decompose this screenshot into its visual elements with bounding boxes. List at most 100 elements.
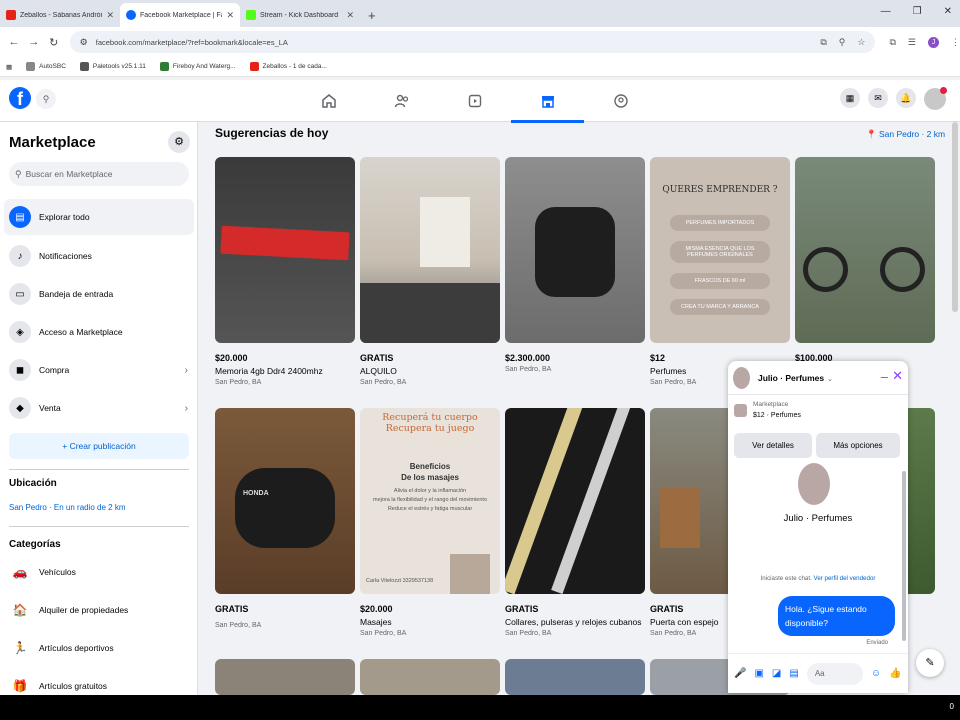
close-icon[interactable]: ✕ [346,10,354,21]
listing-photo [360,157,500,343]
notifications-bell-icon[interactable]: 🔔 [896,88,916,108]
url-field[interactable]: ⚙ facebook.com/marketplace/?ref=bookmark… [69,31,876,53]
sidebar-item-selling[interactable]: ◆ Venta › [4,390,194,426]
page-scrollbar[interactable] [952,122,958,312]
listing-card[interactable]: $2.300.000 San Pedro, BA [505,157,645,373]
listing-price: GRATIS [505,604,539,614]
zoom-icon[interactable]: ⚲ [839,37,846,48]
restore-icon[interactable]: ❐ [913,6,922,17]
reading-list-icon[interactable]: ☰ [908,37,916,48]
view-details-button[interactable]: Ver detalles [734,433,812,458]
nav-home[interactable] [292,80,365,122]
back-icon[interactable]: ← [4,36,24,48]
listing-card[interactable]: GRATIS ALQUILO San Pedro, BA [360,157,500,386]
listing-card[interactable]: HONDA GRATIS San Pedro, BA [215,408,355,629]
location-link[interactable]: San Pedro · En un radio de 2 km [9,503,126,512]
sidebar-item-inbox[interactable]: ▭ Bandeja de entrada [4,276,194,312]
minimize-chat-icon[interactable]: – [881,369,888,384]
messenger-icon[interactable]: ✉ [868,88,888,108]
new-message-icon[interactable]: ✎ [916,649,944,677]
listing-location: San Pedro, BA [215,622,262,629]
microphone-icon[interactable]: 🎤 [734,668,746,679]
gear-icon[interactable]: ⚙ [168,131,190,153]
reload-icon[interactable]: ↻ [44,36,64,49]
category-label: Alquiler de propiedades [39,605,129,615]
listing-thumbnail [734,404,747,417]
storefront-icon: ▤ [9,206,31,228]
bookmark-star-icon[interactable]: ☆ [857,37,865,48]
sidebar-item-buying[interactable]: ◼ Compra › [4,352,194,388]
chat-scrollbar[interactable] [902,471,906,641]
listing-card[interactable] [505,659,645,695]
listing-card[interactable]: $100.000 [795,157,935,363]
listing-location: San Pedro, BA [215,379,262,386]
gif-icon[interactable]: ▤ [789,668,798,679]
tab-title: Facebook Marketplace | Facebook [140,11,222,19]
listing-card[interactable]: $20.000 Memoria 4gb Ddr4 2400mhz San Ped… [215,157,355,386]
listing-card[interactable]: GRATIS Collares, pulseras y relojes cuba… [505,408,645,637]
new-tab-button[interactable]: + [360,8,384,27]
more-options-button[interactable]: Más opciones [816,433,900,458]
message-input[interactable]: Aa [806,662,863,685]
close-chat-icon[interactable]: ✕ [892,368,903,384]
close-icon[interactable]: ✕ [226,10,234,21]
sidebar-item-access[interactable]: ◈ Acceso a Marketplace [4,314,194,350]
menu-grid-icon[interactable]: ▦ [840,88,860,108]
location-filter[interactable]: 📍 San Pedro · 2 km [866,129,945,140]
nav-video[interactable] [438,80,511,122]
listing-location: San Pedro, BA [360,630,407,637]
install-icon[interactable]: ⧉ [820,37,826,48]
listing-card[interactable]: QUERES EMPRENDER ? PERFUMES IMPORTADOS M… [650,157,790,386]
bookmark-item[interactable]: Fireboy And Waterg... [159,62,236,71]
sidebar-item-label: Compra [39,365,70,375]
nav-groups[interactable] [584,80,657,122]
sidebar-item-notifications[interactable]: ♪ Notificaciones [4,238,194,274]
message-bubble: Hola. ¿Sigue estando disponible? [778,596,895,636]
youtube-icon [6,10,16,20]
chevron-down-icon[interactable]: ⌄ [827,376,833,383]
chat-header[interactable]: Julio · Perfumes ⌄ – ✕ [728,361,908,395]
sticker-icon[interactable]: ◪ [772,668,781,679]
nav-marketplace[interactable] [511,80,584,123]
listing-card[interactable]: Recuperá tu cuerpo Recupera tu juego Ben… [360,408,500,637]
close-window-icon[interactable]: ✕ [944,6,952,17]
bookmark-item[interactable]: Zeballos - 1 de cada... [249,62,327,71]
marketplace-search-input[interactable]: ⚲ Buscar en Marketplace [9,162,189,186]
listing-card[interactable] [360,659,500,695]
forward-icon[interactable]: → [24,36,44,48]
category-rentals[interactable]: 🏠 Alquiler de propiedades [4,593,194,627]
category-sports[interactable]: 🏃 Artículos deportivos [4,631,194,665]
minimize-icon[interactable]: — [881,6,891,17]
seller-profile-link[interactable]: Ver perfil del vendedor [814,575,876,582]
browser-tab[interactable]: Zeballos - Sábanas Andrónicas ✕ [0,3,120,27]
apps-icon[interactable]: ▦ [6,63,12,71]
chat-profile-avatar[interactable] [798,463,830,505]
bookmark-item[interactable]: AutoSBC [26,62,66,71]
account-avatar[interactable] [924,87,947,110]
category-free[interactable]: 🎁 Artículos gratuitos [4,669,194,695]
listing-photo [360,659,500,695]
house-icon: 🏠 [12,603,28,617]
chat-listing-context[interactable]: Marketplace $12 · Perfumes [734,401,801,419]
category-label: Artículos deportivos [39,643,114,653]
nav-friends[interactable] [365,80,438,122]
thumbs-up-icon[interactable]: 👍 [889,668,901,679]
category-vehicles[interactable]: 🚗 Vehículos [4,555,194,589]
emoji-icon[interactable]: ☺ [871,668,881,679]
window-controls: — ❐ ✕ [881,6,952,17]
menu-icon[interactable]: ⋮ [951,37,960,48]
image-icon[interactable]: ▣ [754,668,763,679]
bookmark-item[interactable]: Paletools v25.1.11 [79,62,146,71]
search-icon[interactable]: ⚲ [36,89,56,109]
sidebar-item-explore[interactable]: ▤ Explorar todo [4,199,194,235]
browser-tab-active[interactable]: Facebook Marketplace | Facebook ✕ [120,3,240,27]
listing-title: Collares, pulseras y relojes cubanos [505,617,642,627]
close-icon[interactable]: ✕ [106,10,114,21]
browser-tab[interactable]: Stream - Kick Dashboard ✕ [240,3,360,27]
profile-avatar[interactable]: J [927,36,939,48]
create-listing-button[interactable]: + Crear publicación [9,433,189,459]
listing-card[interactable] [215,659,355,695]
site-info-icon[interactable]: ⚙ [80,37,88,48]
extensions-icon[interactable]: ⧉ [889,37,895,48]
facebook-logo[interactable]: f [9,87,31,109]
